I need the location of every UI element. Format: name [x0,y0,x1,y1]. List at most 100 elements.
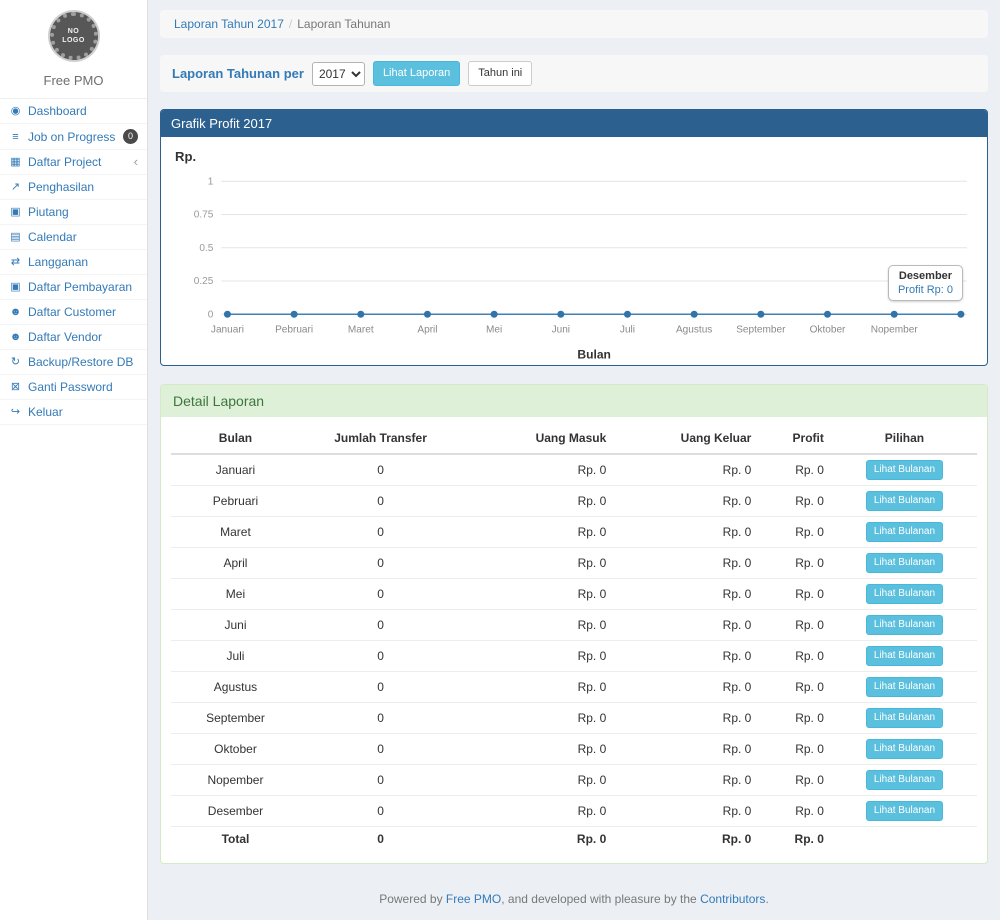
lihat-bulanan-button[interactable]: Lihat Bulanan [866,646,943,666]
cell-month: Agustus [171,672,300,703]
lihat-bulanan-button[interactable]: Lihat Bulanan [866,491,943,511]
money-icon: ▣ [9,205,22,219]
sidebar-item-piutang[interactable]: ▣ Piutang [0,200,147,225]
lihat-laporan-button[interactable]: Lihat Laporan [373,61,460,86]
cell-out: Rp. 0 [614,486,759,517]
x-tick-label: Agustus [676,325,712,336]
sidebar-item-label: Daftar Vendor [28,330,138,344]
lihat-bulanan-button[interactable]: Lihat Bulanan [866,801,943,821]
cell-transfer: 0 [300,454,461,486]
cell-transfer: 0 [300,703,461,734]
footer: Powered by Free PMO, and developed with … [160,882,988,920]
table-row: Maret0Rp. 0Rp. 0Rp. 0Lihat Bulanan [171,517,977,548]
x-tick-label: Juni [552,325,570,336]
sidebar-item-daftar-project[interactable]: ▦Daftar Project‹ [0,150,147,175]
cell-profit: Rp. 0 [759,548,832,579]
lihat-bulanan-button[interactable]: Lihat Bulanan [866,553,943,573]
data-point [891,311,898,318]
cell-in: Rp. 0 [461,641,614,672]
sidebar-item-daftar-pembayaran[interactable]: ▣ Daftar Pembayaran [0,275,147,300]
sidebar-item-label: Daftar Pembayaran [28,280,138,294]
report-filter-bar: Laporan Tahunan per 2017 Lihat Laporan T… [160,55,988,92]
sidebar-item-label: Penghasilan [28,180,138,194]
y-tick-label: 0 [208,310,214,321]
sidebar-item-daftar-vendor[interactable]: ☻Daftar Vendor [0,325,147,350]
column-header: Pilihan [832,423,977,454]
cell-action: Lihat Bulanan [832,734,977,765]
sidebar-item-langganan[interactable]: ⇄Langganan [0,250,147,275]
cell-profit: Rp. 0 [759,734,832,765]
sidebar-item-label: Job on Progress [28,130,117,144]
data-point [424,311,431,318]
table-row: Oktober0Rp. 0Rp. 0Rp. 0Lihat Bulanan [171,734,977,765]
sidebar-item-penghasilan[interactable]: ↗Penghasilan [0,175,147,200]
total-cell-out: Rp. 0 [614,827,759,852]
cell-out: Rp. 0 [614,454,759,486]
lihat-bulanan-button[interactable]: Lihat Bulanan [866,770,943,790]
year-select[interactable]: 2017 [312,62,365,86]
dashboard-icon: ◉ [9,104,22,118]
cell-action: Lihat Bulanan [832,796,977,827]
sidebar-item-job-on-progress[interactable]: ≡Job on Progress0 [0,124,147,150]
cell-out: Rp. 0 [614,734,759,765]
cell-month: Oktober [171,734,300,765]
lihat-bulanan-button[interactable]: Lihat Bulanan [866,739,943,759]
total-cell-in: Rp. 0 [461,827,614,852]
chart-panel-title: Grafik Profit 2017 [161,110,987,137]
lihat-bulanan-button[interactable]: Lihat Bulanan [866,460,943,480]
table-row: September0Rp. 0Rp. 0Rp. 0Lihat Bulanan [171,703,977,734]
payment-icon: ▣ [9,280,22,294]
table-row: Mei0Rp. 0Rp. 0Rp. 0Lihat Bulanan [171,579,977,610]
chart-tooltip: Desember Profit Rp: 0 [888,265,963,301]
cell-out: Rp. 0 [614,579,759,610]
breadcrumb-link[interactable]: Laporan Tahun 2017 [174,17,284,31]
cell-transfer: 0 [300,796,461,827]
y-tick-label: 0.75 [194,210,214,221]
footer-app-link[interactable]: Free PMO [446,892,501,906]
detail-table-wrap: BulanJumlah TransferUang MasukUang Kelua… [161,417,987,863]
x-tick-label: Juli [620,325,635,336]
sidebar-item-dashboard[interactable]: ◉Dashboard [0,99,147,124]
sidebar-item-ganti-password[interactable]: ⊠Ganti Password [0,375,147,400]
column-header: Uang Masuk [461,423,614,454]
sidebar-item-calendar[interactable]: ▤Calendar [0,225,147,250]
lihat-bulanan-button[interactable]: Lihat Bulanan [866,522,943,542]
cell-transfer: 0 [300,548,461,579]
cell-transfer: 0 [300,610,461,641]
sidebar-item-backup-restore-db[interactable]: ↻ Backup/Restore DB [0,350,147,375]
sidebar-item-daftar-customer[interactable]: ☻Daftar Customer [0,300,147,325]
cell-profit: Rp. 0 [759,796,832,827]
cell-action: Lihat Bulanan [832,454,977,486]
app-logo: NO LOGO [0,0,147,64]
lihat-bulanan-button[interactable]: Lihat Bulanan [866,584,943,604]
sidebar-item-label: Piutang [28,205,138,219]
cell-transfer: 0 [300,486,461,517]
breadcrumb-separator: / [289,17,292,31]
customers-icon: ☻ [9,305,22,319]
lihat-bulanan-button[interactable]: Lihat Bulanan [866,708,943,728]
lihat-bulanan-button[interactable]: Lihat Bulanan [866,677,943,697]
footer-text: , and developed with pleasure by the [501,892,700,906]
brand-name: Free PMO [0,64,147,98]
x-tick-label: Mei [486,325,502,336]
sidebar-item-keluar[interactable]: ↪Keluar [0,400,147,425]
breadcrumb-current: Laporan Tahunan [297,17,390,31]
cell-in: Rp. 0 [461,610,614,641]
cell-in: Rp. 0 [461,672,614,703]
cell-in: Rp. 0 [461,765,614,796]
data-point [957,311,964,318]
footer-contributors-link[interactable]: Contributors [700,892,765,906]
cell-action: Lihat Bulanan [832,579,977,610]
lihat-bulanan-button[interactable]: Lihat Bulanan [866,615,943,635]
chevron-left-icon: ‹ [134,155,138,169]
sidebar-item-label: Backup/Restore DB [28,355,138,369]
data-point [757,311,764,318]
column-header: Jumlah Transfer [300,423,461,454]
cell-in: Rp. 0 [461,517,614,548]
tahun-ini-button[interactable]: Tahun ini [468,61,532,86]
detail-report-panel: Detail Laporan BulanJumlah TransferUang … [160,384,988,864]
backup-icon: ↻ [9,355,22,369]
table-row: Juni0Rp. 0Rp. 0Rp. 0Lihat Bulanan [171,610,977,641]
cell-transfer: 0 [300,579,461,610]
cell-action: Lihat Bulanan [832,672,977,703]
